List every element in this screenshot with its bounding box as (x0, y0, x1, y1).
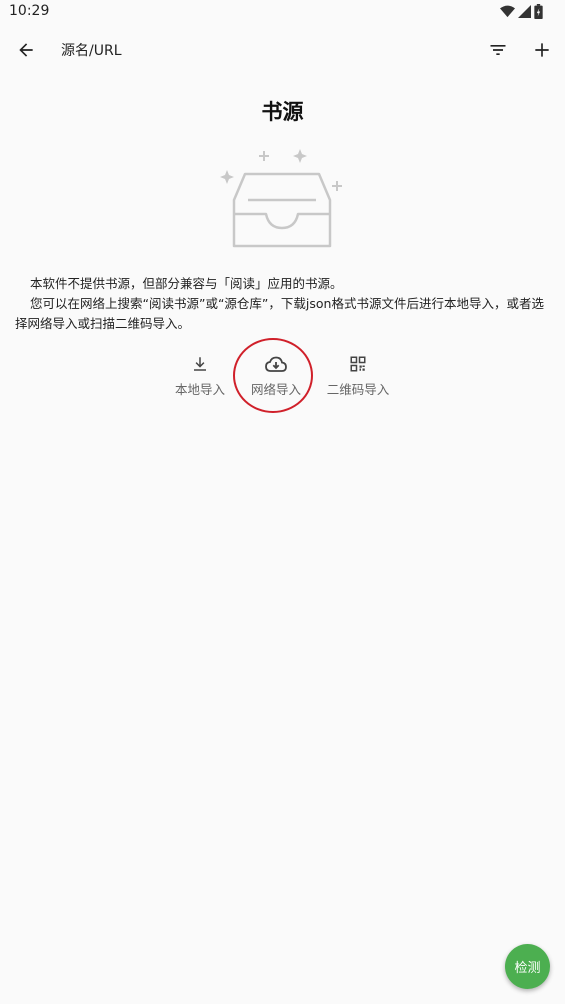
local-import-label: 本地导入 (174, 382, 225, 397)
local-import-button[interactable]: 本地导入 (170, 352, 230, 398)
import-actions: 本地导入 网络导入 二维码导入 (0, 352, 565, 402)
battery-icon (534, 4, 543, 19)
status-time: 10:29 (9, 3, 50, 19)
qr-code-icon (350, 356, 366, 372)
qr-import-label: 二维码导入 (326, 382, 390, 397)
cloud-download-icon (265, 356, 287, 372)
status-icons (500, 4, 543, 19)
description: 本软件不提供书源，但部分兼容与「阅读」应用的书源。 您可以在网络上搜索“阅读书源… (15, 274, 550, 334)
signal-icon (518, 5, 531, 18)
description-line-1: 本软件不提供书源，但部分兼容与「阅读」应用的书源。 (30, 276, 343, 291)
wifi-icon (500, 5, 515, 18)
network-import-label: 网络导入 (250, 382, 301, 397)
status-bar: 10:29 (0, 0, 565, 24)
page-title: 书源 (261, 100, 304, 124)
arrow-back-icon (19, 43, 33, 57)
filter-button[interactable] (484, 36, 512, 64)
add-button[interactable] (528, 36, 556, 64)
qr-import-button[interactable]: 二维码导入 (322, 352, 394, 398)
empty-inbox-icon (220, 149, 342, 248)
check-fab[interactable]: 检测 (505, 944, 550, 989)
filter-icon (490, 45, 506, 55)
network-import-button[interactable]: 网络导入 (246, 352, 306, 398)
check-fab-label: 检测 (514, 961, 541, 976)
download-icon (194, 357, 206, 371)
toolbar: 源名/URL (0, 24, 565, 74)
description-line-2: 您可以在网络上搜索“阅读书源”或“源仓库”，下载json格式书源文件后进行本地导… (15, 296, 544, 331)
search-input[interactable]: 源名/URL (61, 40, 122, 60)
plus-icon (535, 43, 549, 57)
back-button[interactable] (12, 36, 40, 64)
